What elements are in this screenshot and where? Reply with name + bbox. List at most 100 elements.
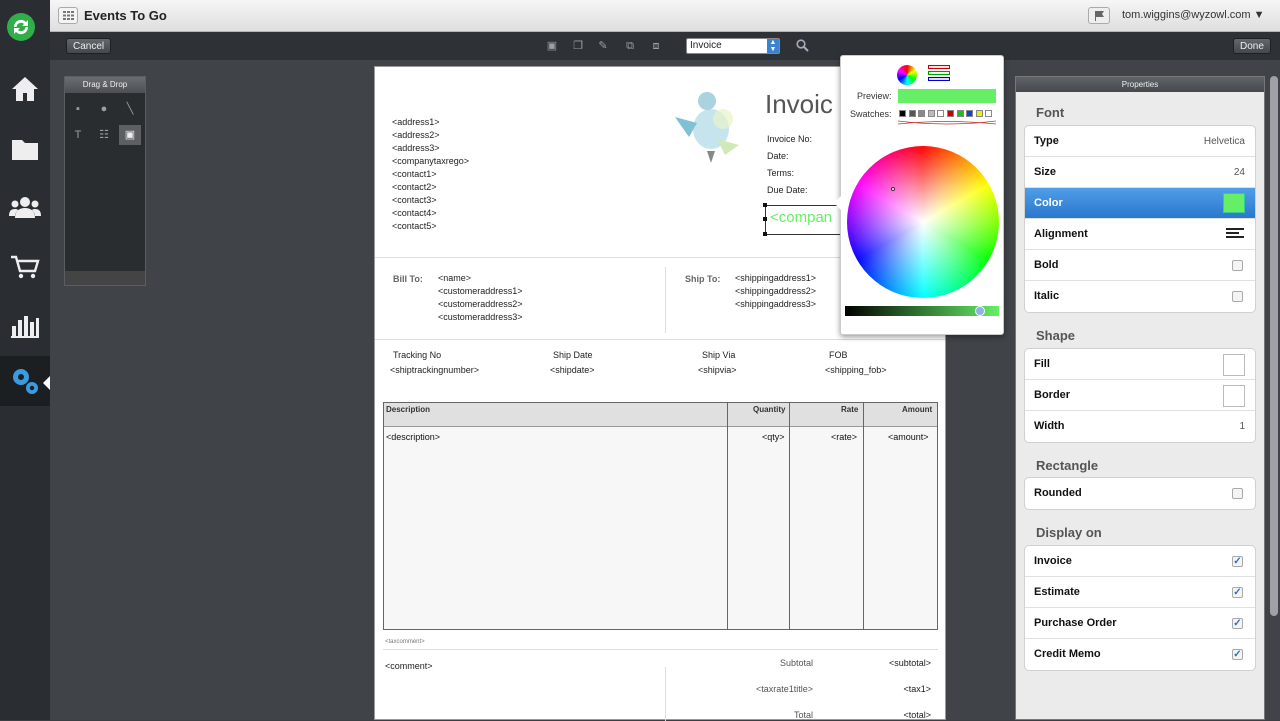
field-tool-icon[interactable]: ☷ (93, 125, 115, 145)
rounded-label: Rounded (1034, 487, 1082, 499)
color-swatch[interactable] (985, 110, 993, 117)
width-value: 1 (1239, 421, 1245, 432)
comment-field[interactable]: <comment> (385, 661, 433, 671)
nav-shop[interactable] (0, 242, 50, 292)
total-label: Subtotal (779, 658, 813, 668)
zoom-icon[interactable] (796, 39, 809, 55)
color-swatch[interactable] (899, 110, 906, 117)
table-cell: <qty> (762, 432, 785, 442)
color-swatch[interactable] (908, 110, 916, 117)
user-menu[interactable]: tom.wiggins@wyzowl.com ▼ (1122, 9, 1264, 21)
fill-row[interactable]: Fill (1025, 349, 1255, 380)
bill-to-line: <customeraddress2> (438, 299, 523, 309)
canvas-scrollbar[interactable] (1270, 76, 1278, 616)
display-on-row[interactable]: Credit Memo ✓ (1025, 639, 1255, 670)
divider (383, 649, 938, 650)
color-swatch[interactable] (918, 110, 926, 117)
image-tool-icon[interactable]: ▣ (119, 125, 141, 145)
fill-color-swatch[interactable] (1223, 354, 1245, 376)
display-on-row[interactable]: Invoice ✓ (1025, 546, 1255, 577)
display-on-row[interactable]: Estimate ✓ (1025, 577, 1255, 608)
resize-handle[interactable] (763, 217, 767, 221)
rounded-checkbox[interactable] (1232, 488, 1243, 499)
rectangle-properties-group: Rounded (1024, 477, 1256, 510)
send-back-icon[interactable]: ⧈ (650, 40, 662, 52)
bold-checkbox[interactable] (1232, 260, 1243, 271)
display-on-checkbox[interactable]: ✓ (1232, 649, 1243, 660)
font-color-row[interactable]: Color (1025, 188, 1255, 219)
save-icon[interactable]: ▣ (546, 40, 558, 52)
rectangle-section-header: Rectangle (1036, 458, 1099, 473)
alignment-label: Alignment (1034, 228, 1088, 240)
folder-icon (12, 140, 38, 160)
nav-home[interactable] (0, 64, 50, 114)
bring-front-icon[interactable]: ⧉ (624, 40, 636, 52)
table-cell: <rate> (831, 432, 858, 442)
brightness-slider-knob[interactable] (975, 306, 985, 316)
font-color-swatch[interactable] (1223, 193, 1245, 213)
bird-logo-icon[interactable] (671, 89, 751, 163)
italic-row[interactable]: Italic (1025, 281, 1255, 312)
display-on-checkbox[interactable]: ✓ (1232, 556, 1243, 567)
ellipse-tool-icon[interactable]: ● (93, 99, 115, 119)
nav-contacts[interactable] (0, 182, 50, 232)
color-wheel-mode-icon[interactable] (897, 65, 917, 85)
edit-icon[interactable]: ✎ (597, 40, 609, 52)
app-logo[interactable] (0, 0, 50, 54)
tax-comment-field[interactable]: <taxcomment> (385, 639, 425, 645)
line-tool-icon[interactable]: ╲ (119, 99, 141, 119)
border-color-swatch[interactable] (1223, 385, 1245, 407)
total-value: <total> (903, 710, 931, 720)
color-picker-popover[interactable]: Preview: Swatches: (834, 55, 1004, 335)
done-button[interactable]: Done (1233, 38, 1271, 54)
address-line: <address3> (392, 143, 440, 153)
shape-properties-group: Fill Border Width 1 (1024, 348, 1256, 443)
color-wheel-marker[interactable] (891, 187, 895, 191)
nav-folders[interactable] (0, 124, 50, 174)
rounded-row[interactable]: Rounded (1025, 478, 1255, 509)
color-swatch[interactable] (956, 110, 964, 117)
font-size-row[interactable]: Size 24 (1025, 157, 1255, 188)
app-title: Events To Go (84, 8, 167, 23)
document-type-select[interactable]: Invoice ▲ ▼ (686, 38, 780, 54)
preview-label: Preview: (857, 91, 892, 101)
color-swatch[interactable] (966, 110, 974, 117)
font-section-header: Font (1036, 105, 1065, 120)
divider (665, 267, 666, 333)
copy-icon[interactable]: ❐ (572, 40, 584, 52)
color-swatch[interactable] (937, 110, 945, 117)
alignment-row[interactable]: Alignment (1025, 219, 1255, 250)
italic-checkbox[interactable] (1232, 291, 1243, 302)
text-tool-icon[interactable]: T (67, 125, 89, 145)
width-label: Width (1034, 420, 1065, 432)
display-on-checkbox[interactable]: ✓ (1232, 618, 1243, 629)
color-swatch[interactable] (975, 110, 983, 117)
sliders-mode-icon[interactable] (928, 65, 950, 83)
display-on-checkbox[interactable]: ✓ (1232, 587, 1243, 598)
flag-button[interactable] (1088, 7, 1110, 24)
font-type-row[interactable]: Type Helvetica (1025, 126, 1255, 157)
width-row[interactable]: Width 1 (1025, 411, 1255, 442)
apps-grid-button[interactable] (58, 7, 78, 24)
resize-handle[interactable] (763, 232, 767, 236)
rectangle-tool-icon[interactable]: ▪ (67, 99, 89, 119)
divider (665, 667, 666, 721)
select-arrows-icon: ▲ ▼ (767, 39, 779, 53)
invoice-meta-label: Invoice No: (767, 134, 813, 144)
resize-handle[interactable] (763, 203, 767, 207)
display-on-row[interactable]: Purchase Order ✓ (1025, 608, 1255, 639)
line-items-table[interactable]: Description Quantity Rate Amount <descri… (383, 402, 938, 630)
shipping-value: <shiptrackingnumber> (390, 365, 480, 375)
align-left-icon (1226, 228, 1244, 242)
nav-reports[interactable] (0, 300, 50, 350)
cancel-button[interactable]: Cancel (66, 38, 112, 54)
border-row[interactable]: Border (1025, 380, 1255, 411)
color-swatch[interactable] (927, 110, 935, 117)
bold-row[interactable]: Bold (1025, 250, 1255, 281)
people-icon (9, 197, 41, 218)
color-wheel[interactable] (847, 146, 999, 298)
invoice-title[interactable]: Invoic (765, 89, 833, 120)
table-cell: <amount> (888, 432, 929, 442)
color-swatch[interactable] (947, 110, 954, 117)
palette-title: Drag & Drop (65, 77, 145, 93)
